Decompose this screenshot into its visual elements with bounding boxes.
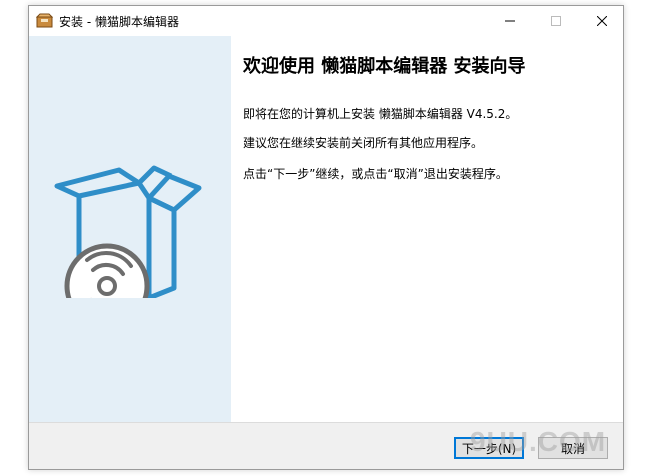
close-apps-text: 建议您在继续安装前关闭所有其他应用程序。 [243, 136, 484, 150]
minimize-icon [505, 20, 515, 22]
window-title: 安装 - 懒猫脚本编辑器 [59, 15, 179, 29]
wizard-footer: 下一步(N) 取消 [29, 422, 623, 469]
maximize-button[interactable] [533, 6, 579, 36]
close-button[interactable] [579, 6, 625, 36]
software-box-disc-icon [54, 165, 202, 298]
minimize-button[interactable] [487, 6, 533, 36]
wizard-sidebar [29, 36, 231, 422]
maximize-icon [551, 16, 561, 26]
installer-window: 安装 - 懒猫脚本编辑器 欢迎使用 懒猫脚本编辑器 安装向导 即将在您的计算机上… [28, 5, 624, 470]
close-icon [597, 16, 607, 26]
next-button[interactable]: 下一步(N) [454, 437, 524, 459]
page-title: 欢迎使用 懒猫脚本编辑器 安装向导 [243, 56, 526, 77]
install-info-text: 即将在您的计算机上安装 懒猫脚本编辑器 V4.5.2。 [243, 107, 518, 121]
instructions-text: 点击“下一步”继续，或点击“取消”退出安装程序。 [243, 167, 508, 181]
cancel-button[interactable]: 取消 [538, 437, 608, 459]
welcome-content: 欢迎使用 懒猫脚本编辑器 安装向导 即将在您的计算机上安装 懒猫脚本编辑器 V4… [231, 36, 623, 422]
title-bar[interactable]: 安装 - 懒猫脚本编辑器 [29, 6, 623, 36]
installer-box-icon [36, 13, 53, 28]
